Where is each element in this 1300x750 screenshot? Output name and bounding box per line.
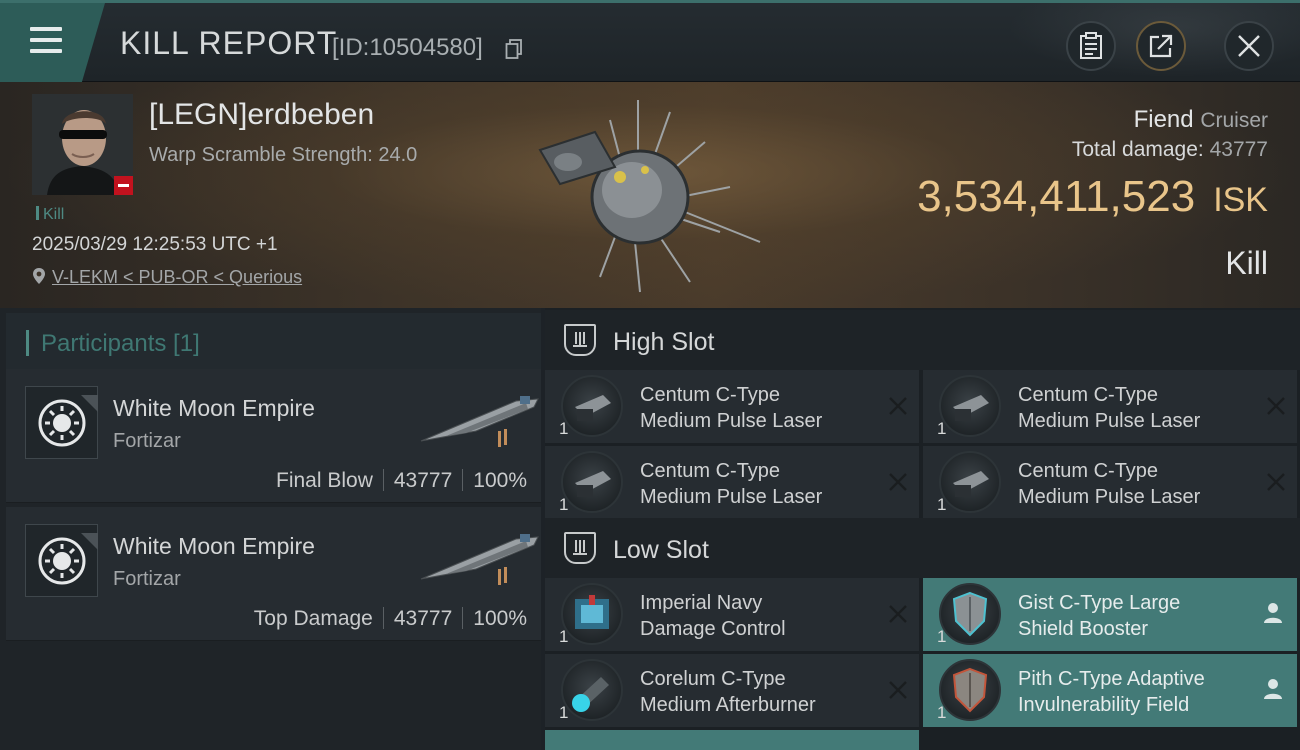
- result-label: Kill: [1225, 245, 1268, 281]
- corp-name: White Moon Empire: [113, 533, 315, 559]
- location-text[interactable]: V-LEKM < PUB-OR < Querious: [52, 267, 302, 287]
- kill-datetime: 2025/03/29 12:25:53 UTC +1: [32, 234, 278, 255]
- white-moon-empire-logo-icon: [38, 395, 98, 447]
- destroyed-icon: [889, 473, 907, 491]
- destroyed-icon: [889, 605, 907, 623]
- invulnerability-field-icon: [939, 659, 1001, 721]
- destroyed-icon: [1267, 473, 1285, 491]
- item-name: Imperial Navy Damage Control: [640, 592, 786, 640]
- destroyed-icon: [889, 681, 907, 699]
- person-icon: [1264, 603, 1282, 623]
- participants-header[interactable]: Participants [1]: [6, 313, 541, 373]
- top-bar: KILL REPORT [ID:10504580]: [0, 0, 1300, 85]
- corp-logo: [25, 386, 98, 459]
- shield-booster-icon: [939, 583, 1001, 645]
- fitting-item-partial[interactable]: [545, 730, 919, 750]
- clipboard-icon: [1080, 32, 1102, 59]
- attacker-ship: Fortizar: [113, 430, 181, 452]
- participants-panel: Participants [1] White Moon Empire Forti…: [0, 308, 541, 750]
- ship-name[interactable]: Fiend Cruiser: [1134, 106, 1268, 134]
- participant-stats: Top Damage 43777 100%: [253, 607, 527, 630]
- victim-banner: [LEGN]erdbeben Warp Scramble Strength: 2…: [0, 82, 1300, 308]
- low-slot-icon: [564, 532, 596, 564]
- pulse-laser-icon: [939, 375, 1001, 437]
- attacker-ship: Fortizar: [113, 568, 181, 590]
- high-slot-icon: [564, 324, 596, 356]
- status-badge: [114, 176, 133, 195]
- participant-card[interactable]: White Moon Empire Fortizar Final Blow 437…: [6, 369, 541, 503]
- menu-button[interactable]: [0, 3, 105, 82]
- destroyed-icon: [889, 397, 907, 415]
- ship-render: [538, 100, 761, 293]
- page-title: KILL REPORT: [120, 25, 338, 61]
- close-icon: [1238, 35, 1260, 57]
- corp-name: White Moon Empire: [113, 395, 315, 421]
- location-pin-icon: [33, 268, 45, 284]
- high-slot-header: High Slot: [545, 310, 1300, 370]
- report-id: [ID:10504580]: [332, 34, 483, 61]
- pulse-laser-icon: [939, 451, 1001, 513]
- copy-icon[interactable]: [505, 39, 523, 59]
- pulse-laser-icon: [561, 375, 623, 437]
- fitting-item[interactable]: 1 Centum C-Type Medium Pulse Laser: [923, 446, 1297, 519]
- isk-value: 3,534,411,523 ISK: [917, 172, 1268, 221]
- fittings-panel: High Slot 1 Centum C-Type Medium Pulse La…: [545, 308, 1300, 750]
- item-name: Corelum C-Type Medium Afterburner: [640, 668, 816, 716]
- item-name: Centum C-Type Medium Pulse Laser: [1018, 384, 1201, 432]
- destroyed-icon: [1267, 397, 1285, 415]
- pulse-laser-icon: [561, 451, 623, 513]
- participant-card[interactable]: White Moon Empire Fortizar Top Damage 437…: [6, 507, 541, 641]
- clipboard-button[interactable]: [1066, 21, 1116, 71]
- total-damage: Total damage: 43777: [1071, 138, 1268, 161]
- fitting-item[interactable]: 1 Imperial Navy Damage Control: [545, 578, 919, 651]
- low-slot-header: Low Slot: [545, 518, 1300, 578]
- warp-scramble-strength: Warp Scramble Strength: 24.0: [149, 144, 418, 166]
- fitting-item[interactable]: 1 Centum C-Type Medium Pulse Laser: [545, 370, 919, 443]
- fitting-item[interactable]: 1 Centum C-Type Medium Pulse Laser: [545, 446, 919, 519]
- location-link[interactable]: V-LEKM < PUB-OR < Querious: [32, 267, 302, 288]
- fitting-item[interactable]: 1 Corelum C-Type Medium Afterburner: [545, 654, 919, 727]
- fitting-item[interactable]: 1 Centum C-Type Medium Pulse Laser: [923, 370, 1297, 443]
- fortizar-ship-icon: [420, 534, 539, 585]
- person-icon: [1264, 679, 1282, 699]
- item-name: Centum C-Type Medium Pulse Laser: [640, 384, 823, 432]
- damage-control-icon: [561, 583, 623, 645]
- corp-logo: [25, 524, 98, 597]
- fortizar-ship-icon: [420, 396, 539, 447]
- share-button[interactable]: [1136, 21, 1186, 71]
- item-name: Centum C-Type Medium Pulse Laser: [1018, 460, 1201, 508]
- close-button[interactable]: [1224, 21, 1274, 71]
- item-name: Centum C-Type Medium Pulse Laser: [640, 460, 823, 508]
- fitting-item[interactable]: 1 Pith C-Type Adaptive Invulnerability Fi…: [923, 654, 1297, 727]
- fitting-item[interactable]: 1 Gist C-Type Large Shield Booster: [923, 578, 1297, 651]
- kill-tag: Kill: [36, 206, 64, 224]
- white-moon-empire-logo-icon: [38, 533, 98, 585]
- afterburner-icon: [561, 659, 623, 721]
- participant-stats: Final Blow 43777 100%: [276, 469, 527, 492]
- share-icon: [1149, 34, 1173, 58]
- item-name: Gist C-Type Large Shield Booster: [1018, 592, 1181, 640]
- item-name: Pith C-Type Adaptive Invulnerability Fiel…: [1018, 668, 1205, 716]
- pilot-name[interactable]: [LEGN]erdbeben: [149, 98, 374, 132]
